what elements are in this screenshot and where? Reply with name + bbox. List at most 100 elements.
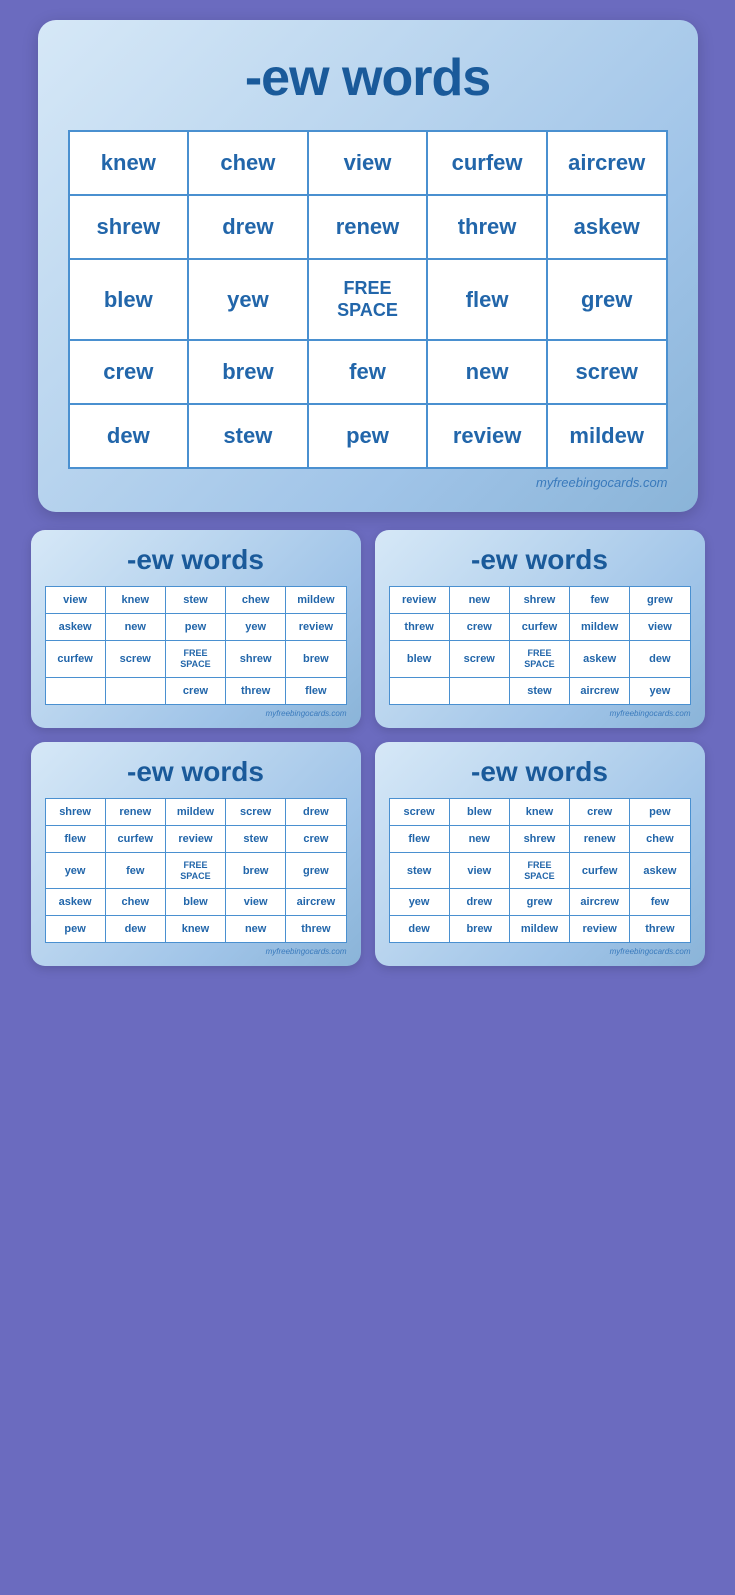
main-cell-0-0: knew [69,131,189,195]
small-bingo-table-2: shrewrenewmildewscrewdrew flewcurfewrevie… [45,798,347,944]
small-cell-3-2-2: FREESPACE [509,852,569,889]
small-cell-3-0-2: knew [509,798,569,825]
small-watermark-3: myfreebingocards.com [389,947,691,956]
small-cell-1-0-4: grew [630,587,690,614]
small-cell-2-4-3: new [226,916,286,943]
small-cell-0-0-2: stew [165,587,225,614]
small-cell-1-0-1: new [449,587,509,614]
small-cell-3-1-2: shrew [509,825,569,852]
small-cell-3-1-3: renew [570,825,630,852]
small-cell-2-1-0: flew [45,825,105,852]
small-cell-1-3-0 [389,677,449,704]
small-cell-0-3-4: flew [286,677,346,704]
main-cell-4-1: stew [188,404,308,468]
small-cell-1-2-4: dew [630,641,690,678]
main-card-title: -ew words [68,48,668,108]
small-cell-2-3-2: blew [165,889,225,916]
small-cell-3-1-0: flew [389,825,449,852]
main-cell-1-4: askew [547,195,667,259]
small-cell-1-3-2: stew [509,677,569,704]
small-cell-1-1-2: curfew [509,614,569,641]
small-cell-3-3-3: aircrew [570,889,630,916]
small-cell-1-3-4: yew [630,677,690,704]
small-cell-0-3-2: crew [165,677,225,704]
small-cell-1-0-3: few [570,587,630,614]
main-cell-1-2: renew [308,195,428,259]
small-cell-3-0-0: screw [389,798,449,825]
small-card-0: -ew wordsviewknewstewchewmildewaskewnewp… [31,530,361,728]
main-cell-3-1: brew [188,340,308,404]
small-cell-1-3-3: aircrew [570,677,630,704]
small-cell-3-0-3: crew [570,798,630,825]
small-cell-3-2-3: curfew [570,852,630,889]
small-cell-2-0-0: shrew [45,798,105,825]
small-cell-1-0-0: review [389,587,449,614]
small-cell-0-0-3: chew [226,587,286,614]
main-cell-2-1: yew [188,259,308,340]
small-cell-3-4-4: threw [630,916,690,943]
small-cell-3-0-1: blew [449,798,509,825]
main-cell-0-1: chew [188,131,308,195]
small-cell-2-1-2: review [165,825,225,852]
main-cell-4-3: review [427,404,547,468]
main-cell-0-4: aircrew [547,131,667,195]
small-cell-0-1-0: askew [45,614,105,641]
main-cell-3-4: screw [547,340,667,404]
small-cell-3-4-2: mildew [509,916,569,943]
main-cell-3-0: crew [69,340,189,404]
small-cell-2-2-3: brew [226,852,286,889]
main-cell-0-2: view [308,131,428,195]
small-cell-1-3-1 [449,677,509,704]
small-cell-2-0-1: renew [105,798,165,825]
small-cell-1-0-2: shrew [509,587,569,614]
small-cell-3-1-1: new [449,825,509,852]
small-cell-1-1-4: view [630,614,690,641]
main-cell-4-2: pew [308,404,428,468]
small-cell-1-1-0: threw [389,614,449,641]
small-watermark-0: myfreebingocards.com [45,709,347,718]
small-cell-1-1-1: crew [449,614,509,641]
small-cell-3-3-2: grew [509,889,569,916]
small-bingo-table-1: reviewnewshrewfewgrew threwcrewcurfewmild… [389,586,691,705]
small-card-2: -ew wordsshrewrenewmildewscrewdrewflewcu… [31,742,361,967]
small-cell-2-1-1: curfew [105,825,165,852]
small-cell-2-4-1: dew [105,916,165,943]
small-cell-3-4-1: brew [449,916,509,943]
main-cell-3-2: few [308,340,428,404]
small-cell-3-0-4: pew [630,798,690,825]
small-cell-0-3-1 [105,677,165,704]
main-cell-3-3: new [427,340,547,404]
small-cell-2-4-4: threw [286,916,346,943]
small-cell-2-0-4: drew [286,798,346,825]
small-cell-2-2-2: FREESPACE [165,852,225,889]
small-cell-3-4-0: dew [389,916,449,943]
small-cell-2-3-1: chew [105,889,165,916]
small-cell-1-2-0: blew [389,641,449,678]
small-cell-1-1-3: mildew [570,614,630,641]
small-cell-2-0-3: screw [226,798,286,825]
small-cell-0-0-1: knew [105,587,165,614]
small-cell-3-3-0: yew [389,889,449,916]
main-cell-2-3: flew [427,259,547,340]
small-cell-2-4-0: pew [45,916,105,943]
small-cell-0-1-1: new [105,614,165,641]
small-cell-0-0-0: view [45,587,105,614]
small-cell-3-3-4: few [630,889,690,916]
main-cell-4-4: mildew [547,404,667,468]
small-cell-2-2-1: few [105,852,165,889]
small-cell-1-2-1: screw [449,641,509,678]
main-watermark: myfreebingocards.com [68,475,668,490]
small-cell-2-3-3: view [226,889,286,916]
small-cell-0-0-4: mildew [286,587,346,614]
small-cell-3-2-1: view [449,852,509,889]
small-cell-2-3-0: askew [45,889,105,916]
main-cell-4-0: dew [69,404,189,468]
small-cell-3-2-4: askew [630,852,690,889]
main-cell-2-4: grew [547,259,667,340]
main-cell-2-0: blew [69,259,189,340]
small-cell-2-3-4: aircrew [286,889,346,916]
small-cell-1-2-2: FREESPACE [509,641,569,678]
small-cell-0-1-2: pew [165,614,225,641]
small-cell-2-1-3: stew [226,825,286,852]
small-cell-2-0-2: mildew [165,798,225,825]
